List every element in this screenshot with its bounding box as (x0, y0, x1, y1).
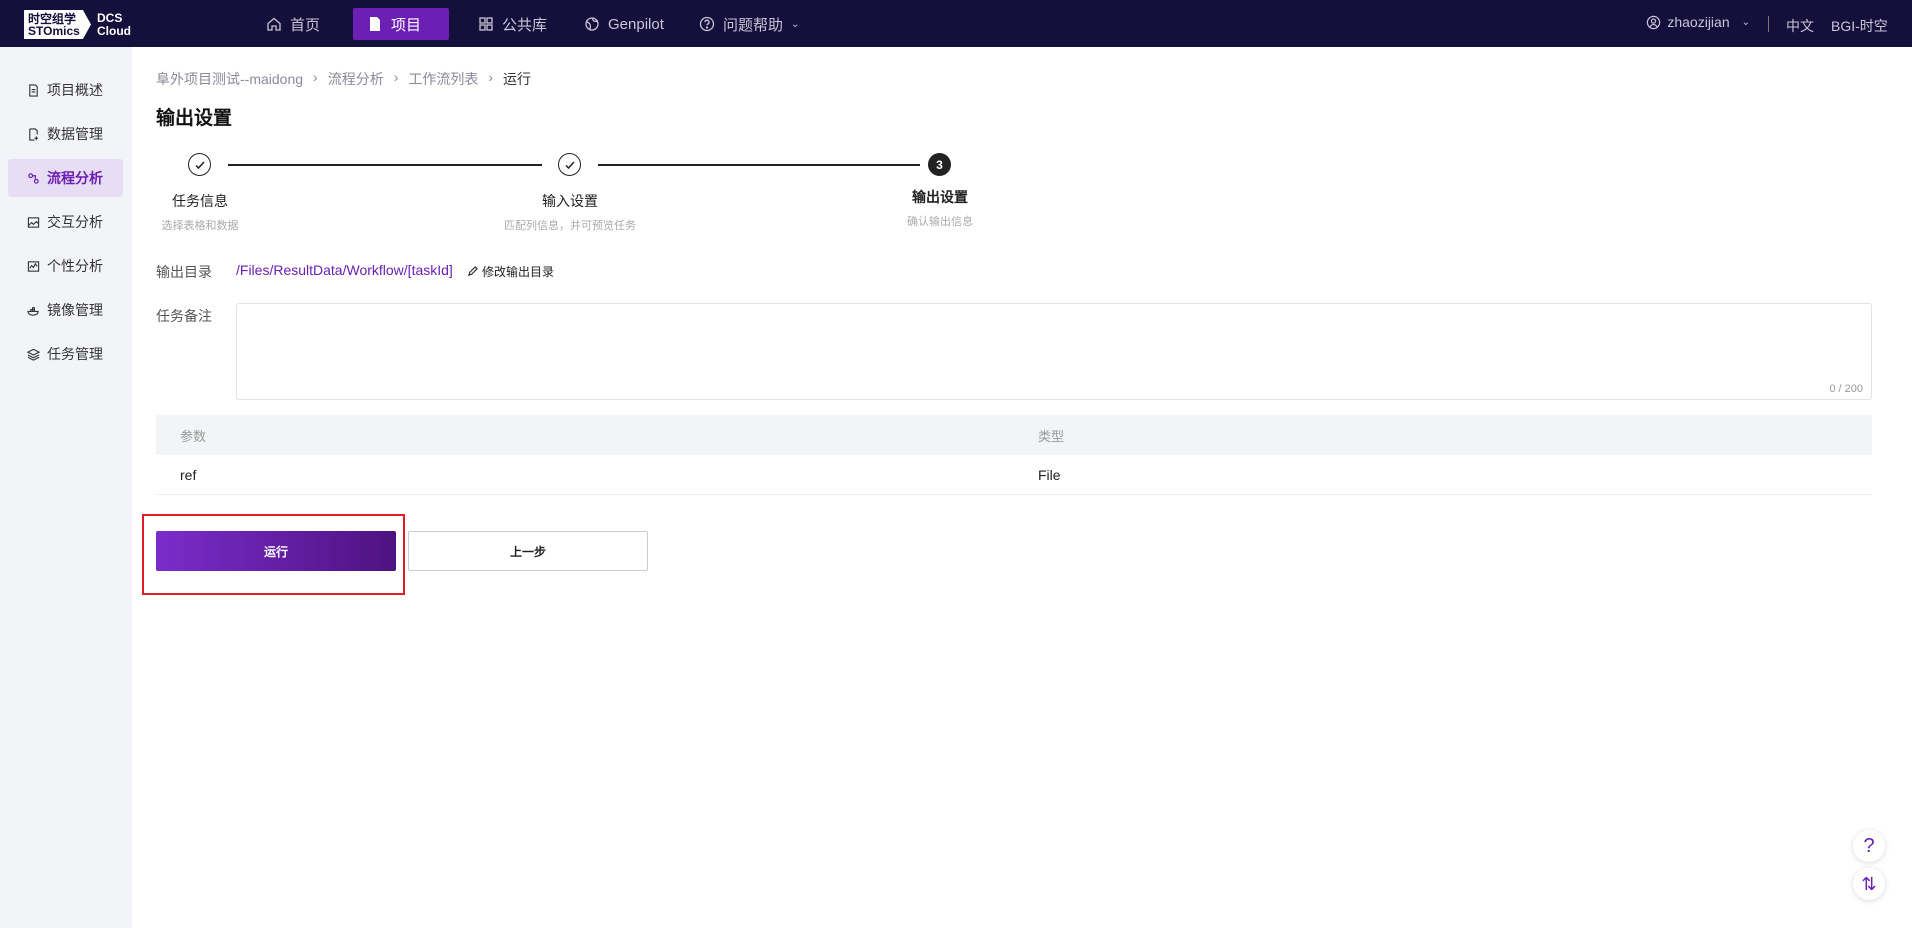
nav-project[interactable]: 项目 (353, 8, 449, 40)
page-title: 输出设置 (156, 108, 233, 129)
chevron-right-icon: › (393, 69, 399, 85)
sidebar-item-label: 个性分析 (47, 258, 103, 274)
remark-label: 任务备注 (156, 308, 212, 324)
nav-public-library-label: 公共库 (502, 16, 548, 34)
nav-home[interactable]: 首页 (252, 8, 334, 40)
user-icon (1647, 15, 1661, 29)
char-counter: 0 / 200 (1829, 383, 1863, 395)
sidebar-item-workflow[interactable]: 流程分析 (8, 159, 123, 197)
sidebar-item-data[interactable]: 数据管理 (8, 115, 123, 153)
product-line1: DCS (97, 10, 123, 25)
nav-genpilot[interactable]: Genpilot (570, 8, 678, 40)
step-1-title: 任务信息 (172, 193, 228, 209)
grid-icon (479, 17, 493, 31)
sidebar-item-label: 数据管理 (47, 126, 103, 142)
sidebar-item-custom[interactable]: 个性分析 (8, 247, 123, 285)
step-3-number: 3 (928, 153, 951, 176)
edit-output-dir-link[interactable]: 修改输出目录 (467, 263, 554, 280)
chevron-right-icon: › (488, 69, 494, 85)
chevron-right-icon: › (313, 69, 318, 85)
user-menu[interactable]: zhaozijian ⌄ (1646, 14, 1750, 30)
step-2-check-icon (558, 153, 581, 176)
chart-icon (27, 260, 40, 272)
docker-icon (27, 306, 39, 316)
breadcrumb-current: 运行 (503, 71, 532, 87)
document-icon (370, 17, 380, 31)
image-icon (27, 216, 40, 228)
nav-help[interactable]: 问题帮助 ⌄ (685, 8, 813, 40)
params-table: 参数 类型 ref File (156, 415, 1872, 495)
table-header: 参数 类型 (156, 415, 1872, 455)
breadcrumb-workflow-list[interactable]: 工作流列表 (408, 69, 478, 89)
step-1-desc: 选择表格和数据 (161, 220, 239, 232)
sidebar-item-label: 流程分析 (47, 170, 103, 186)
sidebar-item-label: 任务管理 (47, 346, 103, 362)
chevron-down-icon: ⌄ (1741, 16, 1750, 28)
step-connector (598, 164, 920, 166)
breadcrumb-workflow[interactable]: 流程分析 (328, 69, 384, 89)
run-button[interactable]: 运行 (156, 531, 396, 571)
logo-en: STOmics (28, 23, 80, 38)
output-dir-path: /Files/ResultData/Workflow/[taskId] (236, 262, 453, 278)
nav-home-label: 首页 (290, 16, 321, 34)
product-line2: Cloud (97, 23, 131, 38)
nav-genpilot-label: Genpilot (608, 15, 664, 33)
previous-step-button[interactable]: 上一步 (408, 531, 648, 571)
org-switch[interactable]: BGI-时空 (1831, 16, 1888, 36)
logo[interactable]: 时空组学 STOmics DCS Cloud (24, 10, 131, 39)
sidebar-item-overview[interactable]: 项目概述 (8, 71, 123, 109)
workflow-icon (28, 172, 39, 184)
file-icon (29, 83, 38, 97)
divider (1768, 16, 1769, 32)
sidebar-item-label: 交互分析 (47, 214, 103, 230)
help-icon (699, 16, 715, 32)
sidebar-item-label: 镜像管理 (47, 302, 103, 318)
step-3-desc: 确认输出信息 (907, 216, 973, 228)
nav-help-label: 问题帮助 (723, 16, 784, 34)
pencil-icon (467, 266, 478, 277)
breadcrumb: 阜外项目测试--maidong › 流程分析 › 工作流列表 › 运行 (156, 69, 531, 89)
table-row: ref File (156, 455, 1872, 495)
remark-textarea[interactable]: 0 / 200 (236, 303, 1872, 400)
header-type: 类型 (1038, 428, 1065, 444)
header-param: 参数 (180, 428, 207, 444)
home-icon (267, 17, 281, 31)
nav-project-label: 项目 (391, 16, 422, 34)
top-nav-bar: 时空组学 STOmics DCS Cloud 首页 项目 公共库 Genpilo… (0, 0, 1912, 47)
cell-param: ref (180, 466, 197, 483)
layers-icon (27, 348, 40, 361)
step-connector (228, 164, 542, 166)
nav-public-library[interactable]: 公共库 (464, 8, 561, 40)
sidebar: 项目概述 数据管理 流程分析 交互分析 个性分析 镜像管理 任务管理 (0, 47, 132, 928)
sidebar-item-label: 项目概述 (47, 82, 103, 98)
logo-cn: 时空组学 (28, 11, 77, 26)
breadcrumb-project[interactable]: 阜外项目测试--maidong (156, 69, 303, 89)
product-name: DCS Cloud (97, 10, 131, 38)
file-add-icon (29, 127, 39, 141)
step-1-check-icon (188, 153, 211, 176)
language-switch[interactable]: 中文 (1786, 16, 1814, 36)
sidebar-item-image[interactable]: 镜像管理 (8, 291, 123, 329)
globe-icon (585, 17, 599, 31)
edit-output-dir-label: 修改输出目录 (482, 265, 555, 279)
output-dir-label: 输出目录 (156, 264, 212, 280)
step-2-desc: 匹配列信息，并可预览任务 (504, 220, 636, 232)
help-float-button[interactable]: ? (1853, 830, 1885, 862)
step-3-title: 输出设置 (912, 189, 968, 205)
logo-box: 时空组学 STOmics (24, 10, 91, 39)
step-2-title: 输入设置 (542, 193, 598, 209)
chevron-down-icon: ⌄ (791, 18, 800, 30)
sort-icon: ⇅ (1861, 873, 1877, 894)
sidebar-item-tasks[interactable]: 任务管理 (8, 335, 123, 373)
sort-float-button[interactable]: ⇅ (1853, 868, 1885, 900)
user-name: zhaozijian (1667, 14, 1730, 30)
cell-type: File (1038, 466, 1061, 483)
question-icon: ? (1863, 834, 1875, 857)
